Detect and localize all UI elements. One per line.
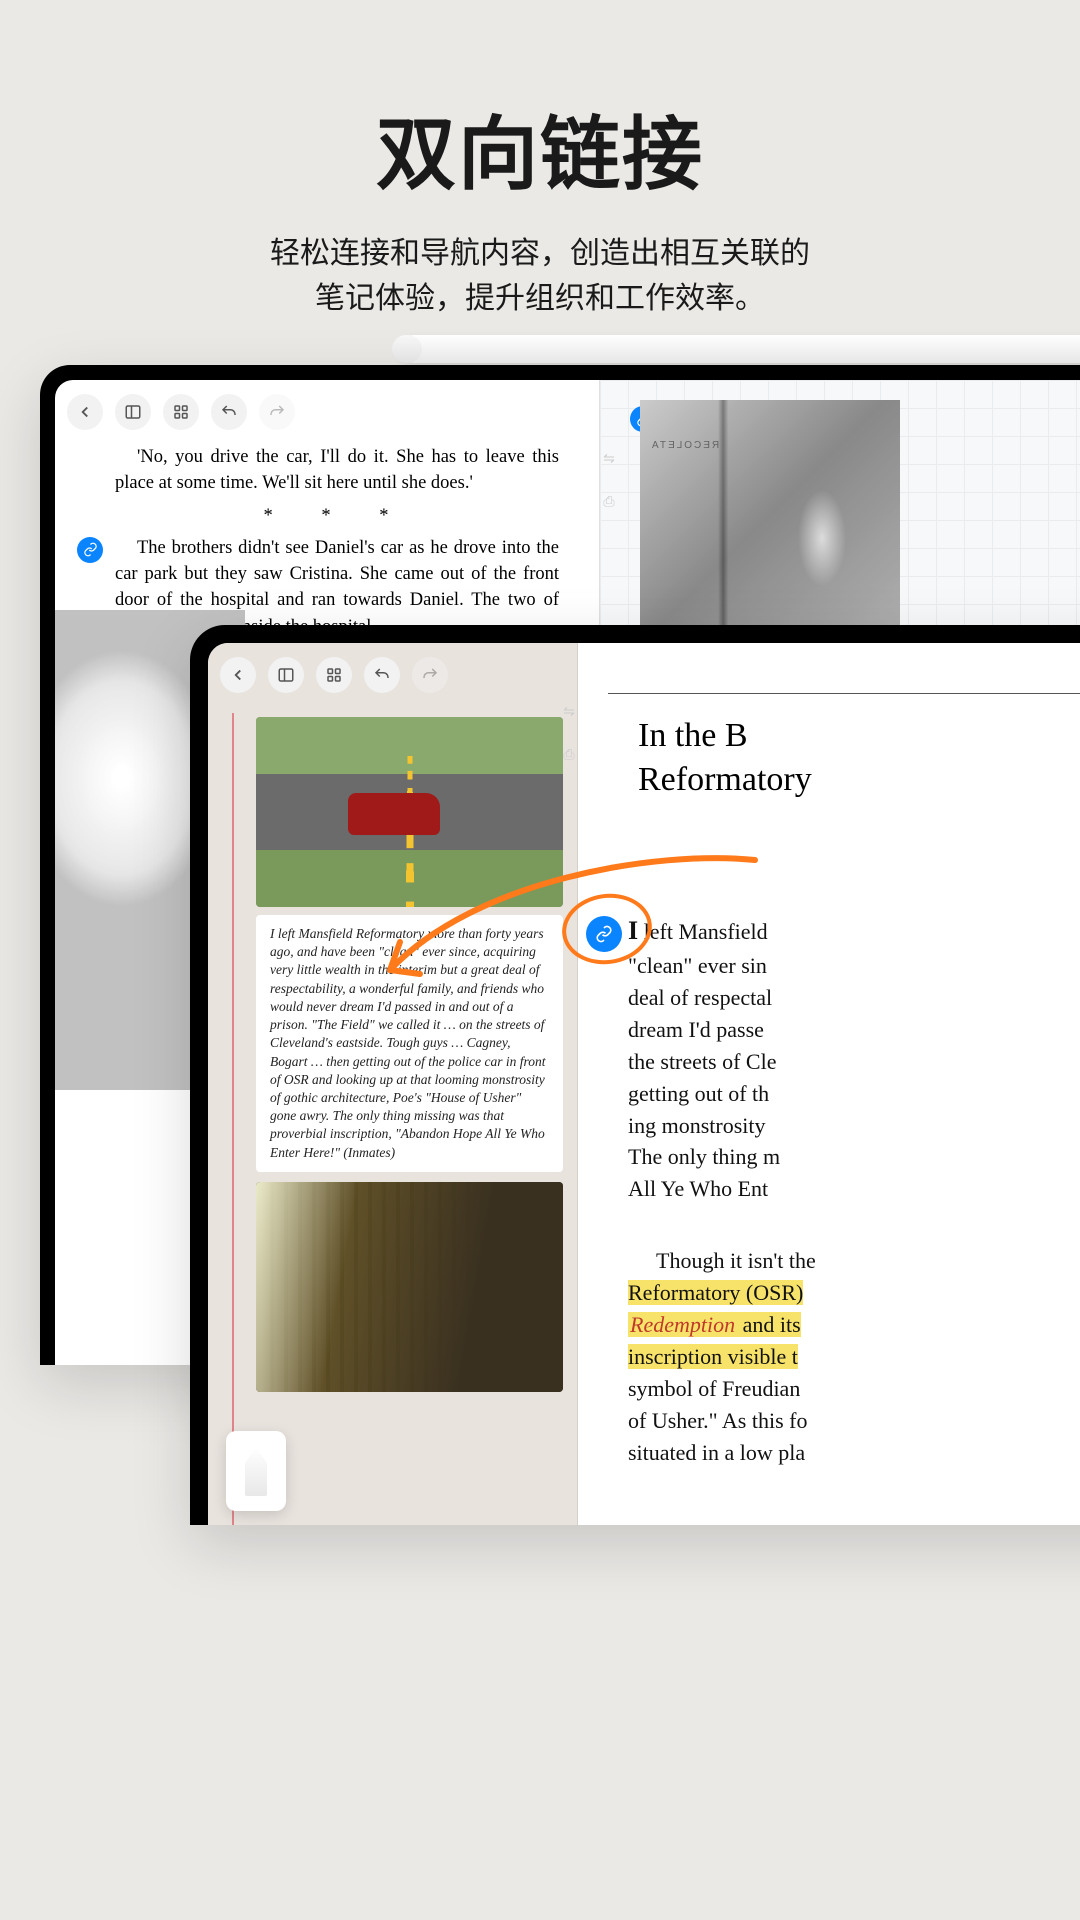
back-button[interactable]: [220, 657, 256, 693]
toolbar-back: [55, 380, 599, 444]
chapter-body-paragraph: Though it isn't the Reformatory (OSR) Re…: [578, 1245, 1080, 1468]
link-badge-1[interactable]: [77, 537, 103, 563]
apple-pencil-graphic: [400, 335, 1080, 363]
card1-image: [256, 717, 563, 907]
grid-button[interactable]: [316, 657, 352, 693]
grid-button[interactable]: [163, 394, 199, 430]
pane-side-controls-front: ⇋ ⎙: [560, 703, 578, 763]
card2-image: [256, 1182, 563, 1392]
pane-side-controls: ⇋ ⎙: [600, 450, 618, 510]
swap-icon[interactable]: ⇋: [603, 450, 615, 467]
redo-button[interactable]: [259, 394, 295, 430]
note-card-2[interactable]: [256, 1182, 563, 1392]
recoleta-illustration: RECOLETA: [640, 400, 900, 630]
sidebar-button[interactable]: [115, 394, 151, 430]
chapter-rule: [608, 693, 1080, 694]
back-button[interactable]: [67, 394, 103, 430]
undo-button[interactable]: [211, 394, 247, 430]
save-icon[interactable]: ⎙: [563, 746, 574, 763]
sidebar-button[interactable]: [268, 657, 304, 693]
pen-tool-dock-front[interactable]: [226, 1431, 286, 1511]
save-icon[interactable]: ⎙: [603, 493, 614, 510]
note-card-1-text[interactable]: I left Mansfield Reformatory more than f…: [256, 915, 563, 1172]
chapter-lead-paragraph: I left Mansfield "clean" ever sin deal o…: [578, 912, 1080, 1205]
card1-excerpt: I left Mansfield Reformatory more than f…: [256, 915, 563, 1172]
section-break: * * *: [55, 503, 599, 529]
illustration-sign: RECOLETA: [650, 440, 719, 451]
chapter-title: In the B Reformatory: [578, 714, 1080, 802]
tablet-front: I left Mansfield Reformatory more than f…: [190, 625, 1080, 1525]
timeline-line: [232, 713, 234, 1525]
page-subtitle: 轻松连接和导航内容，创造出相互关联的 笔记体验，提升组织和工作效率。: [0, 231, 1080, 321]
page-title: 双向链接: [0, 0, 1080, 206]
swap-icon[interactable]: ⇋: [563, 703, 575, 720]
undo-button[interactable]: [364, 657, 400, 693]
note-card-1[interactable]: [256, 717, 563, 907]
book-paragraph-1: 'No, you drive the car, I'll do it. She …: [55, 444, 599, 497]
toolbar-front: [208, 643, 577, 707]
redo-button[interactable]: [412, 657, 448, 693]
